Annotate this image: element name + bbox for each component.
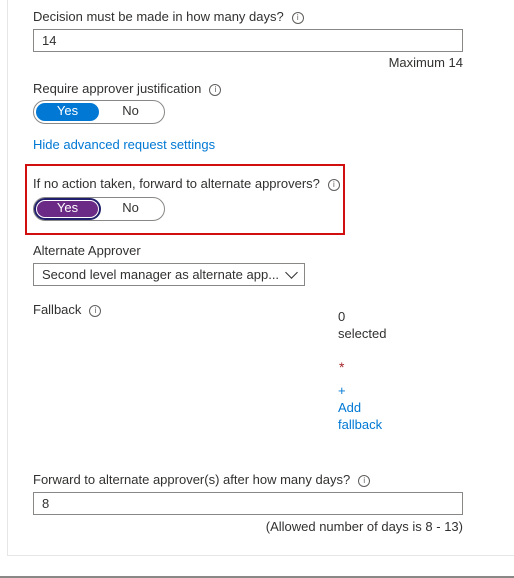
decision-days-input[interactable]: 14 xyxy=(33,29,463,52)
forward-no-option[interactable]: No xyxy=(99,200,162,218)
justification-toggle[interactable]: Yes No xyxy=(33,100,165,124)
forward-label: If no action taken, forward to alternate… xyxy=(33,176,340,191)
decision-days-label: Decision must be made in how many days? i xyxy=(33,9,304,24)
alternate-approver-dropdown[interactable]: Second level manager as alternate app... xyxy=(33,263,305,286)
justification-label: Require approver justification i xyxy=(33,81,222,96)
alternate-approver-value: Second level manager as alternate app... xyxy=(42,267,280,282)
forward-toggle[interactable]: Yes No xyxy=(33,197,165,221)
required-asterisk: * xyxy=(339,359,345,375)
decision-days-hint: Maximum 14 xyxy=(388,55,463,70)
panel-bottom-border xyxy=(7,555,514,556)
forward-yes-option[interactable]: Yes xyxy=(36,200,99,218)
add-fallback-link[interactable]: + Add fallback xyxy=(338,382,382,433)
plus-icon: + xyxy=(338,383,346,398)
info-icon[interactable]: i xyxy=(89,305,102,317)
info-icon[interactable]: i xyxy=(358,475,371,487)
justification-yes-option[interactable]: Yes xyxy=(36,103,99,121)
fallback-label: Fallback i xyxy=(33,302,102,317)
forward-days-hint: (Allowed number of days is 8 - 13) xyxy=(265,519,463,534)
hide-advanced-settings-link[interactable]: Hide advanced request settings xyxy=(33,137,215,152)
fallback-selected-count: 0 selected xyxy=(338,309,387,341)
chevron-down-icon xyxy=(285,265,298,279)
info-icon[interactable]: i xyxy=(209,84,222,96)
justification-no-option[interactable]: No xyxy=(99,103,162,121)
info-icon[interactable]: i xyxy=(327,179,340,191)
panel-left-border xyxy=(7,0,8,556)
info-icon[interactable]: i xyxy=(291,12,304,24)
forward-days-label: Forward to alternate approver(s) after h… xyxy=(33,472,371,487)
forward-days-input[interactable]: 8 xyxy=(33,492,463,515)
alternate-approver-label: Alternate Approver xyxy=(33,243,141,258)
